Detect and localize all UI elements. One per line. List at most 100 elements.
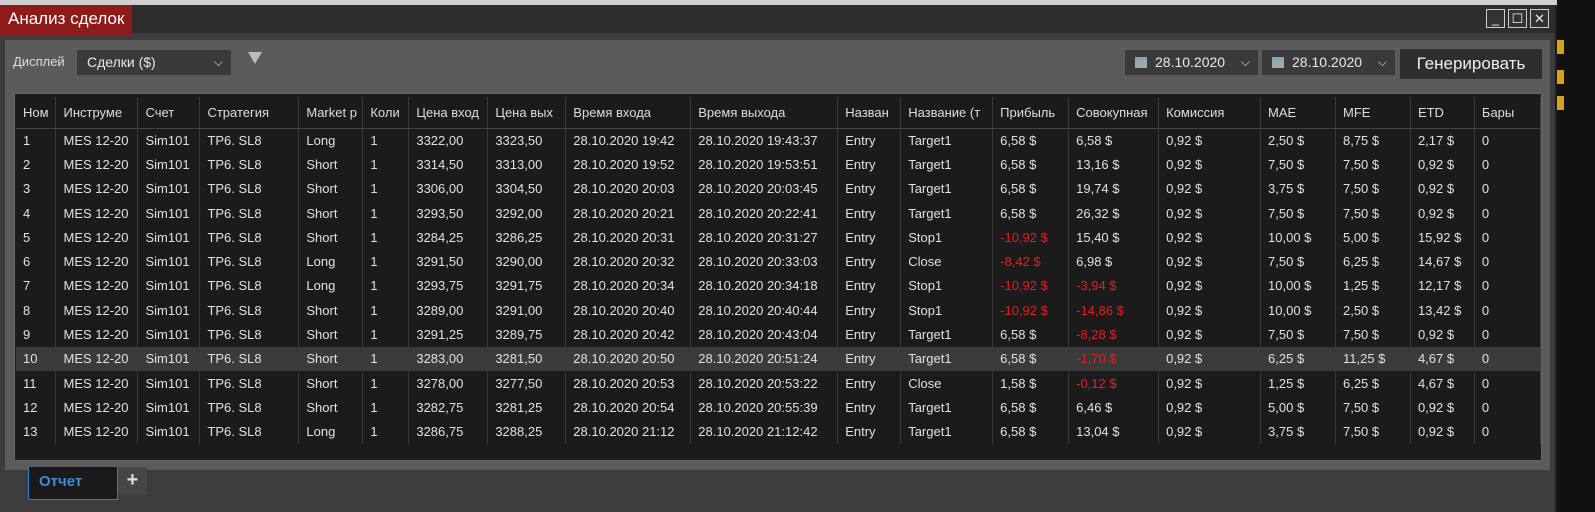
table-cell: 7,50 $ bbox=[1260, 249, 1336, 274]
table-cell: 13 bbox=[16, 419, 57, 444]
title-bar[interactable]: Анализ сделок _ ☐ ✕ bbox=[0, 5, 1555, 35]
table-cell: Target1 bbox=[900, 395, 994, 420]
table-cell: 28.10.2020 20:43:04 bbox=[690, 322, 839, 347]
table-cell: 0 bbox=[1474, 128, 1541, 153]
table-cell: 28.10.2020 20:21 bbox=[565, 200, 692, 226]
column-header[interactable]: Цена вход bbox=[408, 97, 489, 129]
table-cell: 6,25 $ bbox=[1335, 249, 1411, 274]
table-cell: Target1 bbox=[900, 419, 994, 444]
table-cell: Sim101 bbox=[137, 225, 201, 250]
table-cell: 6,58 $ bbox=[992, 152, 1070, 177]
table-cell: 7,50 $ bbox=[1335, 322, 1411, 347]
table-cell: 5 bbox=[16, 225, 57, 250]
table-cell: 28.10.2020 20:32 bbox=[565, 249, 692, 274]
column-header[interactable]: Счет bbox=[137, 97, 201, 129]
column-header[interactable]: Время выхода bbox=[690, 97, 839, 129]
table-row[interactable]: 10 MES 12-20 Sim101 TP6. SL8 Short 1 3283,00 32… bbox=[16, 346, 1541, 371]
maximize-button[interactable]: ☐ bbox=[1508, 9, 1527, 28]
column-header[interactable]: Комиссия bbox=[1158, 97, 1262, 129]
table-cell: Entry bbox=[837, 200, 902, 226]
chevron-down-icon: ⌵ bbox=[213, 55, 223, 69]
column-header[interactable]: ETD bbox=[1410, 97, 1475, 129]
table-cell: Sim101 bbox=[137, 128, 201, 153]
table-cell: 0 bbox=[1474, 419, 1541, 444]
filter-icon[interactable] bbox=[248, 52, 262, 64]
table-cell: 13,04 $ bbox=[1068, 419, 1160, 444]
table-row[interactable]: 7 MES 12-20 Sim101 TP6. SL8 Long 1 3293,75 3291… bbox=[16, 273, 1541, 299]
table-cell: 7,50 $ bbox=[1335, 152, 1411, 177]
table-row[interactable]: 5 MES 12-20 Sim101 TP6. SL8 Short 1 3284,25 328… bbox=[16, 225, 1541, 250]
table-cell: 28.10.2020 20:53:22 bbox=[690, 370, 839, 396]
table-cell: 3277,50 bbox=[487, 370, 567, 396]
column-header[interactable]: Инструме bbox=[55, 97, 139, 129]
table-cell: -10,92 $ bbox=[992, 298, 1070, 323]
table-cell: Short bbox=[298, 298, 364, 323]
column-header[interactable]: Прибыль bbox=[992, 97, 1070, 129]
table-cell: MES 12-20 bbox=[55, 273, 139, 299]
display-select[interactable]: Сделки ($) ⌵ bbox=[77, 50, 231, 75]
table-cell: Short bbox=[298, 395, 364, 420]
column-header[interactable]: Бары bbox=[1474, 97, 1541, 129]
table-cell: 7,50 $ bbox=[1335, 419, 1411, 444]
table-cell: Entry bbox=[837, 176, 902, 201]
table-row[interactable]: 12 MES 12-20 Sim101 TP6. SL8 Short 1 3282,75 32… bbox=[16, 395, 1541, 420]
table-cell: 13,16 $ bbox=[1068, 152, 1160, 177]
table-cell: 6,58 $ bbox=[992, 419, 1070, 444]
table-row[interactable]: 8 MES 12-20 Sim101 TP6. SL8 Short 1 3289,00 329… bbox=[16, 298, 1541, 323]
table-row[interactable]: 13 MES 12-20 Sim101 TP6. SL8 Long 1 3286,75 328… bbox=[16, 419, 1541, 444]
table-row[interactable]: 1 MES 12-20 Sim101 TP6. SL8 Long 1 3322,00 3323… bbox=[16, 128, 1541, 153]
column-header[interactable]: Совокупная bbox=[1068, 97, 1160, 129]
table-cell: 28.10.2020 20:40:44 bbox=[690, 298, 839, 323]
table-cell: TP6. SL8 bbox=[199, 419, 300, 444]
table-cell: 0 bbox=[1474, 322, 1541, 347]
table-row[interactable]: 9 MES 12-20 Sim101 TP6. SL8 Short 1 3291,25 328… bbox=[16, 322, 1541, 347]
table-cell: TP6. SL8 bbox=[199, 322, 300, 347]
table-cell: -10,92 $ bbox=[992, 273, 1070, 299]
close-button[interactable]: ✕ bbox=[1530, 9, 1549, 28]
table-cell: Sim101 bbox=[137, 419, 201, 444]
table-cell: Target1 bbox=[900, 128, 994, 153]
column-header[interactable]: Ном bbox=[16, 97, 57, 129]
generate-button[interactable]: Генерировать bbox=[1400, 49, 1542, 79]
table-row[interactable]: 3 MES 12-20 Sim101 TP6. SL8 Short 1 3306,00 330… bbox=[16, 176, 1541, 201]
date-from-picker[interactable]: 28.10.2020 ⌵ bbox=[1125, 50, 1258, 75]
chevron-down-icon: ⌵ bbox=[1240, 55, 1250, 69]
table-cell: 3293,50 bbox=[408, 200, 489, 226]
table-cell: 7,50 $ bbox=[1260, 152, 1336, 177]
column-header[interactable]: Цена вых bbox=[487, 97, 567, 129]
table-cell: Entry bbox=[837, 419, 902, 444]
table-cell: Short bbox=[298, 322, 364, 347]
table-cell: 28.10.2020 20:03:45 bbox=[690, 176, 839, 201]
table-cell: 0,92 $ bbox=[1410, 419, 1475, 444]
column-header[interactable]: Назван bbox=[837, 97, 902, 129]
table-cell: 6,58 $ bbox=[992, 176, 1070, 201]
table-cell: 28.10.2020 21:12:42 bbox=[690, 419, 839, 444]
table-row[interactable]: 2 MES 12-20 Sim101 TP6. SL8 Short 1 3314,50 331… bbox=[16, 152, 1541, 177]
table-cell: 1 bbox=[362, 200, 410, 226]
tab-report[interactable]: Отчет bbox=[28, 467, 118, 500]
report-panel: Дисплей Сделки ($) ⌵ 28.10.2020 ⌵ 28.10.20… bbox=[5, 40, 1550, 470]
table-cell: 13,42 $ bbox=[1410, 298, 1475, 323]
column-header[interactable]: Market p bbox=[298, 97, 364, 129]
table-cell: 0,92 $ bbox=[1158, 419, 1262, 444]
column-header[interactable]: Стратегия bbox=[199, 97, 300, 129]
table-cell: Sim101 bbox=[137, 200, 201, 226]
table-cell: Sim101 bbox=[137, 249, 201, 274]
date-to-picker[interactable]: 28.10.2020 ⌵ bbox=[1262, 50, 1395, 75]
table-cell: 7 bbox=[16, 273, 57, 299]
table-cell: 1 bbox=[362, 346, 410, 371]
column-header[interactable]: MFE bbox=[1335, 97, 1411, 129]
add-tab-button[interactable]: + bbox=[118, 467, 147, 495]
column-header[interactable]: Коли bbox=[362, 97, 410, 129]
table-cell: Stop1 bbox=[900, 225, 994, 250]
column-header[interactable]: MAE bbox=[1260, 97, 1336, 129]
column-header[interactable]: Название (т bbox=[900, 97, 994, 129]
table-row[interactable]: 4 MES 12-20 Sim101 TP6. SL8 Short 1 3293,50 329… bbox=[16, 200, 1541, 226]
table-cell: 1 bbox=[362, 298, 410, 323]
table-row[interactable]: 11 MES 12-20 Sim101 TP6. SL8 Short 1 3278,00 32… bbox=[16, 370, 1541, 396]
table-row[interactable]: 6 MES 12-20 Sim101 TP6. SL8 Long 1 3291,50 3290… bbox=[16, 249, 1541, 274]
column-header[interactable]: Время входа bbox=[565, 97, 692, 129]
minimize-button[interactable]: _ bbox=[1486, 9, 1505, 28]
table-cell: -0,12 $ bbox=[1068, 370, 1160, 396]
table-cell: 28.10.2020 20:22:41 bbox=[690, 200, 839, 226]
